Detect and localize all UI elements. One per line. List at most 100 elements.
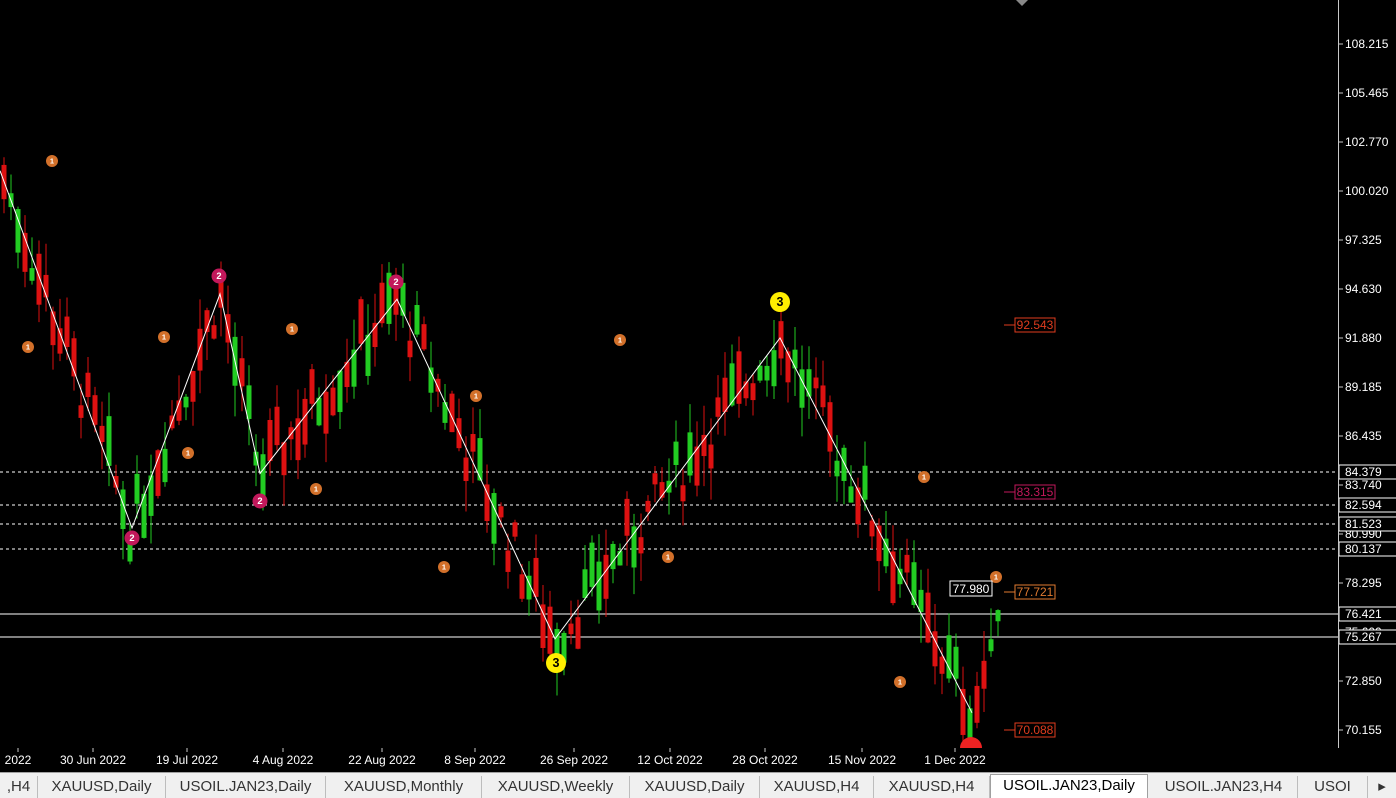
candle-body xyxy=(750,383,756,401)
price-tick-label: 91.880 xyxy=(1345,331,1382,345)
candle-body xyxy=(64,316,70,348)
chart-tab[interactable]: XAUUSD,H4 xyxy=(760,776,874,798)
chart-tab[interactable]: USOIL.JAN23,Daily xyxy=(166,776,326,798)
candle-body xyxy=(351,349,357,387)
candle-body xyxy=(582,569,588,598)
price-tick-label: 94.630 xyxy=(1345,282,1382,296)
chart-tab[interactable]: XAUUSD,Weekly xyxy=(482,776,630,798)
candle-body xyxy=(575,617,581,649)
candle-body xyxy=(715,397,721,417)
chart-canvas[interactable]: 1 1 1 1 1 1 1 1 1 1 1 1 1 2 2 2 2 3 3 92.543 83.315 77.721 70.… xyxy=(0,0,1338,748)
candle-body xyxy=(365,334,371,376)
level-box-label: 83.315 xyxy=(1017,485,1054,499)
time-tick-label: 15 Nov 2022 xyxy=(828,753,896,767)
candle-body xyxy=(757,365,763,381)
candle-body xyxy=(260,454,266,497)
candle-body xyxy=(708,444,714,469)
candle-body xyxy=(267,420,273,462)
price-tick-label: 108.215 xyxy=(1345,37,1389,51)
candle-body xyxy=(316,397,322,426)
candle-body xyxy=(687,432,693,476)
wave-1-marker: 1 xyxy=(918,471,930,483)
wave-1-marker-label: 1 xyxy=(474,392,478,401)
level-price-tag-label: 75.267 xyxy=(1345,630,1382,644)
level-box-label: 92.543 xyxy=(1017,318,1054,332)
candle-body xyxy=(134,473,140,504)
level-price-tag-label: 76.421 xyxy=(1345,607,1382,621)
candle-body xyxy=(596,561,602,611)
price-tick-label: 89.185 xyxy=(1345,380,1382,394)
wave-1-marker-label: 1 xyxy=(162,333,166,342)
time-tick-label: 19 Jul 2022 xyxy=(156,753,218,767)
wave-1-marker: 1 xyxy=(438,561,450,573)
wave-1-marker-label: 1 xyxy=(50,157,54,166)
price-tick-label: 83.740 xyxy=(1345,478,1382,492)
candle-body xyxy=(491,493,497,544)
chart-tab[interactable]: XAUUSD,Daily xyxy=(630,776,760,798)
wave-3-marker: 3 xyxy=(546,653,566,673)
candle-body xyxy=(463,457,469,482)
time-tick-label: 22 Aug 2022 xyxy=(348,753,416,767)
level-price-tag-label: 84.379 xyxy=(1345,465,1382,479)
candle-body xyxy=(92,395,98,425)
chart-tab[interactable]: USOIL.JAN23,H4 xyxy=(1150,776,1298,798)
chart-area[interactable]: 1 1 1 1 1 1 1 1 1 1 1 1 1 2 2 2 2 3 3 92.543 83.315 77.721 70.… xyxy=(0,0,1338,748)
time-tick-label: 1 Dec 2022 xyxy=(924,753,986,767)
wave-1-marker: 1 xyxy=(614,334,626,346)
candle-body xyxy=(519,574,525,599)
price-tick-label: 78.295 xyxy=(1345,576,1382,590)
candle-body xyxy=(806,369,812,397)
price-axis-svg: 108.215 105.465 102.770 100.020 97.325 94.630… xyxy=(1338,37,1396,737)
candle-body xyxy=(771,350,777,387)
chart-shift-marker-icon[interactable] xyxy=(1016,0,1028,6)
wave-1-marker-label: 1 xyxy=(290,325,294,334)
tab-scroll-right-icon[interactable]: ▸ xyxy=(1368,776,1396,798)
chart-tab[interactable]: USOI xyxy=(1298,776,1368,798)
level-price-tag-label: 80.137 xyxy=(1345,542,1382,556)
candle-body xyxy=(953,646,959,679)
candle-body xyxy=(988,639,994,652)
candle-body xyxy=(505,550,511,572)
candle-body xyxy=(568,623,574,635)
candle-body xyxy=(323,391,329,434)
candle-body xyxy=(820,385,826,408)
candle-body xyxy=(939,656,945,674)
wave-1-marker-label: 1 xyxy=(186,449,190,458)
price-axis[interactable]: 108.215 105.465 102.770 100.020 97.325 94.630… xyxy=(1338,0,1396,748)
candle-body xyxy=(162,448,168,483)
candle-body xyxy=(407,340,413,358)
price-tick-label: 100.020 xyxy=(1345,184,1389,198)
wave-2-marker-label: 2 xyxy=(216,271,221,281)
candle-body xyxy=(834,460,840,477)
candle-body xyxy=(624,498,630,536)
candle-body xyxy=(792,349,798,369)
time-tick-label: 26 Sep 2022 xyxy=(540,753,608,767)
wave-1-marker: 1 xyxy=(894,676,906,688)
candle-body xyxy=(99,425,105,443)
wave-1-marker: 1 xyxy=(22,341,34,353)
wave-2-marker: 2 xyxy=(211,268,227,284)
candle-body xyxy=(680,485,686,502)
wave-2-marker-label: 2 xyxy=(393,277,398,287)
wave-1-marker-label: 1 xyxy=(898,678,902,687)
chart-tab[interactable]: XAUUSD,Monthly xyxy=(326,776,482,798)
wave-1-marker-label: 1 xyxy=(618,336,622,345)
candle-body xyxy=(435,378,441,392)
wave-1-marker: 1 xyxy=(182,447,194,459)
wave-1-marker: 1 xyxy=(470,390,482,402)
chart-tab[interactable]: ,H4 xyxy=(0,776,38,798)
candle-body xyxy=(813,377,819,389)
wave-1-marker-label: 1 xyxy=(922,473,926,482)
candle-body xyxy=(799,369,805,408)
candle-body xyxy=(358,299,364,344)
chart-tab[interactable]: XAUUSD,H4 xyxy=(874,776,990,798)
candle-body xyxy=(848,486,854,503)
wave-1-marker-label: 1 xyxy=(666,553,670,562)
price-tick-label: 105.465 xyxy=(1345,86,1389,100)
chart-tab[interactable]: XAUUSD,Daily xyxy=(38,776,166,798)
chart-tab[interactable]: USOIL.JAN23,Daily xyxy=(990,774,1148,798)
candle-body xyxy=(211,325,217,339)
time-axis: 2022 30 Jun 2022 19 Jul 2022 4 Aug 2022 22 A… xyxy=(0,748,1338,772)
candle-body xyxy=(421,324,427,350)
candle-body xyxy=(155,450,161,496)
